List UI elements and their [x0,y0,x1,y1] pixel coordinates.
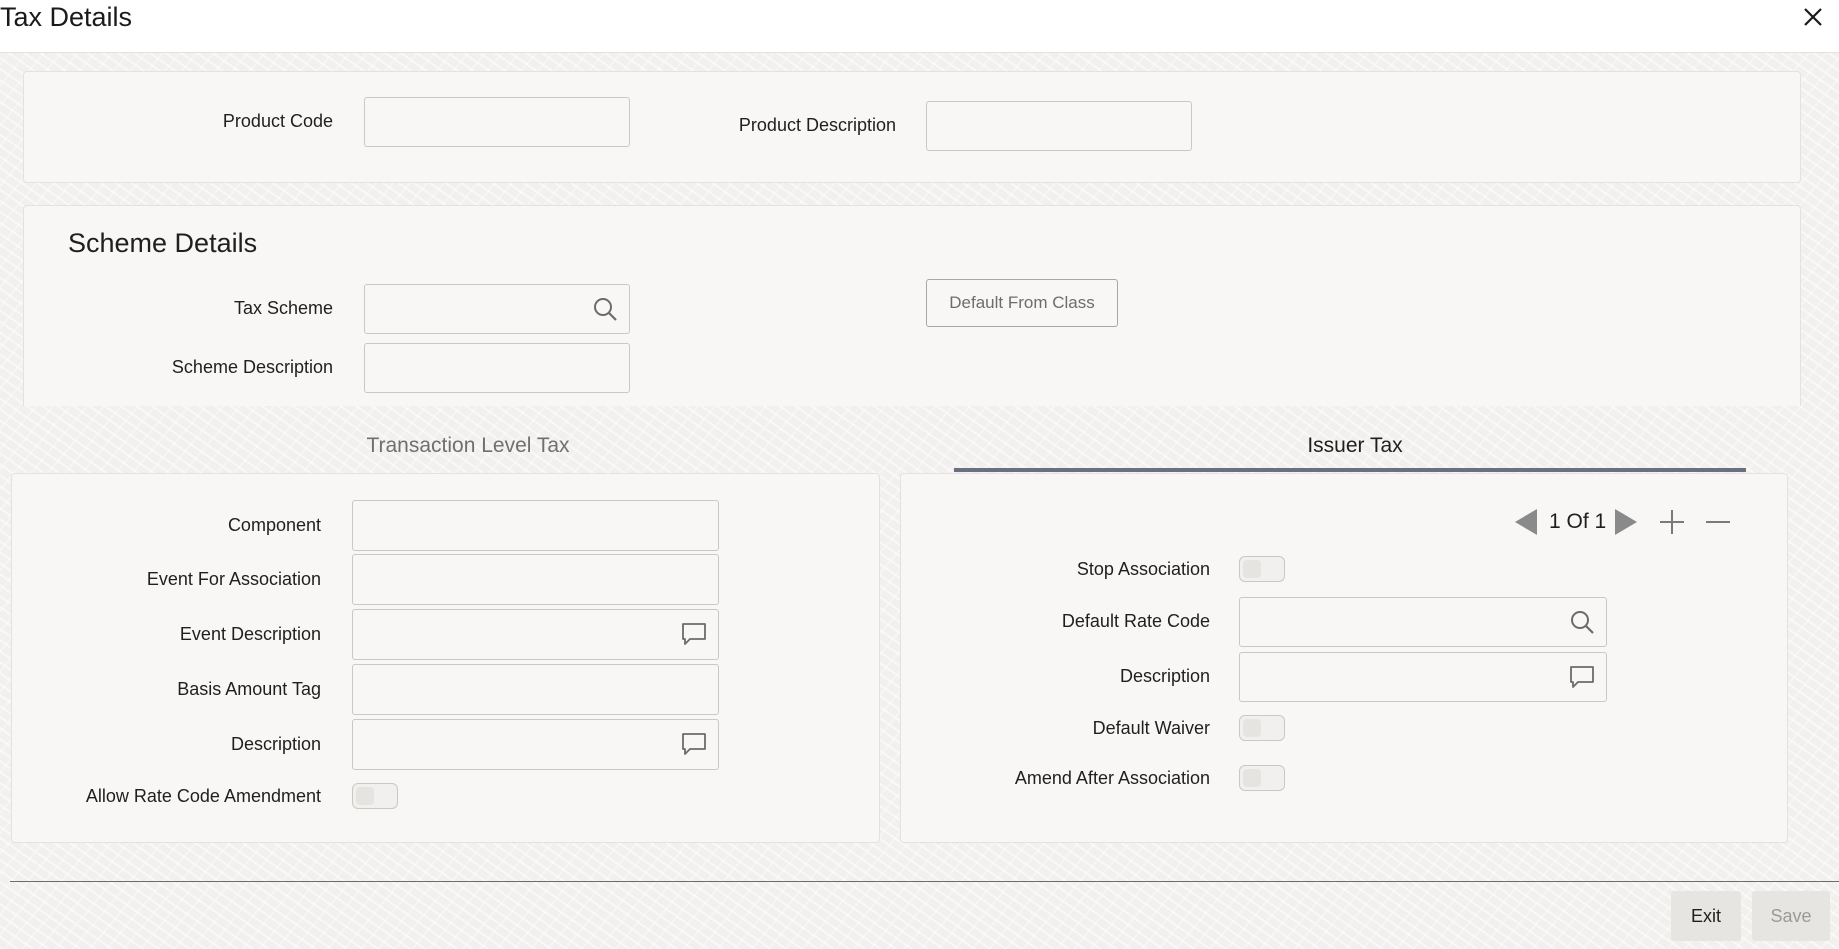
comment-icon[interactable] [681,621,707,647]
transaction-description-input[interactable] [352,719,719,770]
event-description-label: Event Description [179,624,321,644]
scheme-description-label: Scheme Description [171,357,333,377]
basis-amount-tag-label: Basis Amount Tag [177,679,321,699]
stop-association-label: Stop Association [1076,559,1210,579]
component-input[interactable] [352,500,719,551]
default-from-class-button[interactable]: Default From Class [926,279,1118,327]
product-description-label: Product Description [738,115,896,135]
default-waiver-toggle[interactable] [1239,715,1285,741]
save-button[interactable]: Save [1752,891,1830,941]
product-code-input[interactable] [364,97,630,147]
search-icon[interactable] [1569,609,1595,635]
record-pager-text: 1 Of 1 [1549,510,1607,533]
next-record-icon[interactable] [1614,508,1638,536]
issuer-description-label: Description [1119,666,1210,686]
component-label: Component [227,515,321,535]
tab-issuer-tax[interactable]: Issuer Tax [1155,434,1555,458]
default-rate-code-input[interactable] [1239,597,1607,647]
tax-scheme-input[interactable] [364,284,630,334]
event-for-association-input[interactable] [352,554,719,605]
add-record-icon[interactable] [1658,508,1686,536]
active-tab-indicator [954,468,1746,472]
comment-icon[interactable] [681,731,707,757]
tab-transaction-level-tax[interactable]: Transaction Level Tax [268,434,668,458]
allow-rate-code-amendment-toggle[interactable] [352,783,398,809]
delete-record-icon[interactable] [1704,508,1732,536]
amend-after-association-label: Amend After Association [1014,768,1210,788]
search-icon[interactable] [592,296,618,322]
transaction-description-label: Description [230,734,321,754]
close-icon[interactable] [1800,4,1826,30]
tax-scheme-label: Tax Scheme [233,298,333,318]
allow-rate-code-amendment-label: Allow Rate Code Amendment [85,786,321,806]
product-description-input[interactable] [926,101,1192,151]
issuer-description-input[interactable] [1239,652,1607,702]
comment-icon[interactable] [1569,664,1595,690]
default-waiver-label: Default Waiver [1092,718,1210,738]
scheme-description-input[interactable] [364,343,630,393]
page-title: Tax Details [0,2,133,32]
exit-button[interactable]: Exit [1671,891,1741,941]
event-description-input[interactable] [352,609,719,660]
basis-amount-tag-input[interactable] [352,664,719,715]
product-code-label: Product Code [222,111,333,131]
event-for-association-label: Event For Association [146,569,321,589]
amend-after-association-toggle[interactable] [1239,765,1285,791]
default-rate-code-label: Default Rate Code [1061,611,1210,631]
title-bar: Tax Details [0,0,1839,53]
footer-divider [10,881,1839,882]
previous-record-icon[interactable] [1514,508,1538,536]
scheme-section-title: Scheme Details [68,228,258,258]
stop-association-toggle[interactable] [1239,556,1285,582]
